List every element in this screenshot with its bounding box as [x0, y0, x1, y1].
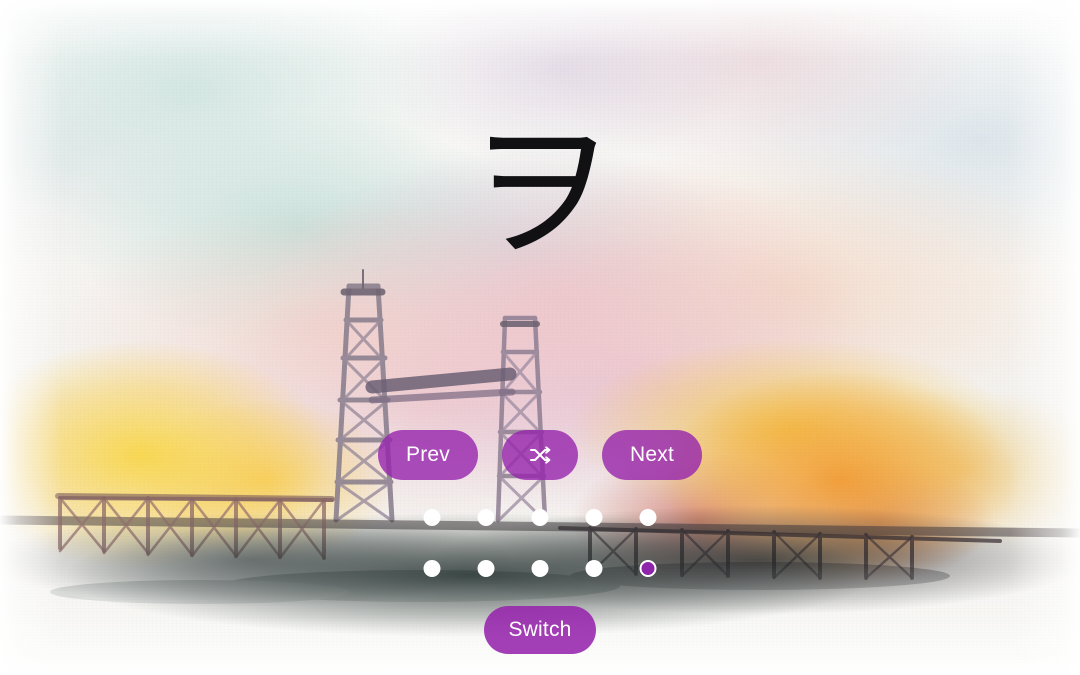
- progress-dot[interactable]: [423, 560, 441, 577]
- controls-row: Prev Next: [0, 430, 1080, 480]
- next-button[interactable]: Next: [602, 430, 702, 480]
- shuffle-icon: [528, 445, 552, 465]
- switch-button[interactable]: Switch: [484, 606, 596, 654]
- progress-dot[interactable]: [639, 509, 657, 526]
- progress-dot[interactable]: [477, 509, 495, 526]
- progress-dot[interactable]: [423, 509, 441, 526]
- progress-dot[interactable]: [477, 560, 495, 577]
- flashcard-character: ヲ: [466, 106, 614, 278]
- prev-button[interactable]: Prev: [378, 430, 478, 480]
- shuffle-button[interactable]: [502, 430, 578, 480]
- progress-dot[interactable]: [585, 509, 603, 526]
- progress-dot[interactable]: [531, 509, 549, 526]
- progress-dot[interactable]: [585, 560, 603, 577]
- app-root: ヲ Prev Next Switch: [0, 0, 1080, 675]
- progress-dot-grid: [423, 509, 657, 577]
- progress-dot-active[interactable]: [639, 560, 657, 577]
- progress-dot[interactable]: [531, 560, 549, 577]
